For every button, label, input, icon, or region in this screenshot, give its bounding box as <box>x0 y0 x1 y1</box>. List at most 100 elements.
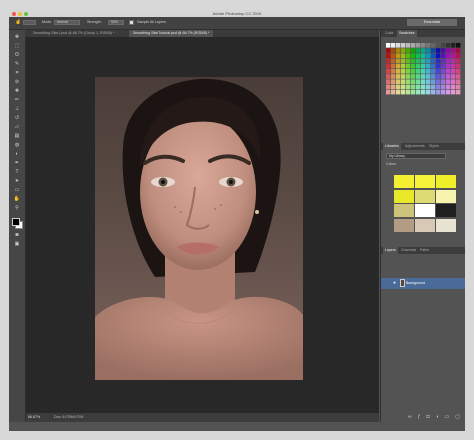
swatch-cell[interactable] <box>386 53 391 58</box>
shape-tool-icon[interactable]: ▭ <box>13 187 21 194</box>
swatch-cell[interactable] <box>436 79 441 84</box>
swatch-cell[interactable] <box>456 43 461 48</box>
swatch-cell[interactable] <box>441 63 446 69</box>
swatch-cell[interactable] <box>391 63 396 69</box>
swatches-grid[interactable] <box>386 43 461 95</box>
swatch-cell[interactable] <box>426 43 431 48</box>
library-color-swatch[interactable] <box>415 204 435 217</box>
link-layers-icon[interactable]: ∞ <box>408 414 418 420</box>
swatch-cell[interactable] <box>451 63 456 69</box>
swatch-cell[interactable] <box>436 53 441 58</box>
swatch-cell[interactable] <box>406 53 411 58</box>
marquee-tool-icon[interactable]: ⬚ <box>13 43 21 50</box>
swatch-cell[interactable] <box>386 74 391 79</box>
swatch-cell[interactable] <box>451 43 456 48</box>
sample-all-layers-checkbox[interactable] <box>129 20 134 25</box>
library-color-swatch[interactable] <box>436 189 456 203</box>
swatch-cell[interactable] <box>386 63 391 69</box>
swatch-cell[interactable] <box>456 63 461 69</box>
swatch-cell[interactable] <box>456 89 461 95</box>
swatch-cell[interactable] <box>406 48 411 53</box>
workspace-switcher[interactable]: Essentials <box>407 19 457 26</box>
swatch-cell[interactable] <box>441 58 446 64</box>
swatch-cell[interactable] <box>401 74 406 79</box>
swatch-cell[interactable] <box>456 69 461 74</box>
tab-styles[interactable]: Styles <box>427 143 441 150</box>
smudge-tool-icon[interactable]: ☝ <box>15 19 21 25</box>
lasso-tool-icon[interactable]: ʘ <box>13 52 21 59</box>
swatch-cell[interactable] <box>441 84 446 90</box>
swatch-cell[interactable] <box>396 89 401 95</box>
swatch-cell[interactable] <box>421 53 426 58</box>
eraser-tool-icon[interactable]: ▱ <box>13 124 21 131</box>
swatch-cell[interactable] <box>431 79 436 84</box>
swatch-cell[interactable] <box>441 48 446 53</box>
swatch-cell[interactable] <box>396 58 401 64</box>
swatch-cell[interactable] <box>411 69 416 74</box>
swatch-cell[interactable] <box>446 53 451 58</box>
group-icon[interactable]: ▭ <box>444 414 455 420</box>
swatch-cell[interactable] <box>456 53 461 58</box>
swatch-cell[interactable] <box>421 58 426 64</box>
swatch-cell[interactable] <box>406 79 411 84</box>
tab-adjustments[interactable]: Adjustments <box>403 143 427 150</box>
swatch-cell[interactable] <box>396 48 401 53</box>
swatch-cell[interactable] <box>456 58 461 64</box>
swatch-cell[interactable] <box>441 74 446 79</box>
swatch-cell[interactable] <box>426 63 431 69</box>
dodge-tool-icon[interactable]: ◐ <box>13 151 21 158</box>
swatch-cell[interactable] <box>396 79 401 84</box>
swatch-cell[interactable] <box>436 63 441 69</box>
swatch-cell[interactable] <box>411 43 416 48</box>
new-layer-icon[interactable]: ▢ <box>455 414 465 420</box>
swatch-cell[interactable] <box>411 84 416 90</box>
swatch-cell[interactable] <box>411 58 416 64</box>
swatch-cell[interactable] <box>446 69 451 74</box>
swatch-cell[interactable] <box>436 69 441 74</box>
swatch-cell[interactable] <box>411 79 416 84</box>
swatch-cell[interactable] <box>396 74 401 79</box>
swatch-cell[interactable] <box>441 79 446 84</box>
swatch-cell[interactable] <box>416 89 421 95</box>
swatch-cell[interactable] <box>451 53 456 58</box>
swatch-cell[interactable] <box>411 63 416 69</box>
library-color-swatch[interactable] <box>394 218 414 232</box>
swatch-cell[interactable] <box>426 79 431 84</box>
swatch-cell[interactable] <box>416 43 421 48</box>
foreground-color-swatch[interactable] <box>12 218 20 226</box>
swatch-cell[interactable] <box>446 63 451 69</box>
swatch-cell[interactable] <box>426 84 431 90</box>
swatch-cell[interactable] <box>416 74 421 79</box>
swatch-cell[interactable] <box>421 89 426 95</box>
screen-mode-icon[interactable]: ▣ <box>13 241 21 248</box>
swatch-cell[interactable] <box>416 69 421 74</box>
swatch-cell[interactable] <box>446 84 451 90</box>
swatch-cell[interactable] <box>386 89 391 95</box>
library-color-swatch[interactable] <box>415 189 435 203</box>
swatch-cell[interactable] <box>431 58 436 64</box>
swatch-cell[interactable] <box>411 74 416 79</box>
swatch-cell[interactable] <box>406 63 411 69</box>
swatch-cell[interactable] <box>386 84 391 90</box>
swatch-cell[interactable] <box>456 48 461 53</box>
swatch-cell[interactable] <box>406 74 411 79</box>
swatch-cell[interactable] <box>386 48 391 53</box>
swatch-cell[interactable] <box>386 79 391 84</box>
library-color-swatch[interactable] <box>415 175 435 188</box>
swatch-cell[interactable] <box>456 74 461 79</box>
swatch-cell[interactable] <box>416 53 421 58</box>
swatch-cell[interactable] <box>441 43 446 48</box>
tab-paths[interactable]: Paths <box>418 247 431 254</box>
swatch-cell[interactable] <box>416 84 421 90</box>
crop-tool-icon[interactable]: ⌗ <box>13 70 21 77</box>
swatch-cell[interactable] <box>401 48 406 53</box>
swatch-cell[interactable] <box>451 74 456 79</box>
swatch-cell[interactable] <box>396 63 401 69</box>
swatch-cell[interactable] <box>431 84 436 90</box>
library-color-swatch[interactable] <box>436 175 456 188</box>
swatch-cell[interactable] <box>401 63 406 69</box>
swatch-cell[interactable] <box>446 89 451 95</box>
library-color-swatch[interactable] <box>394 175 414 188</box>
swatch-cell[interactable] <box>386 58 391 64</box>
swatch-cell[interactable] <box>401 89 406 95</box>
